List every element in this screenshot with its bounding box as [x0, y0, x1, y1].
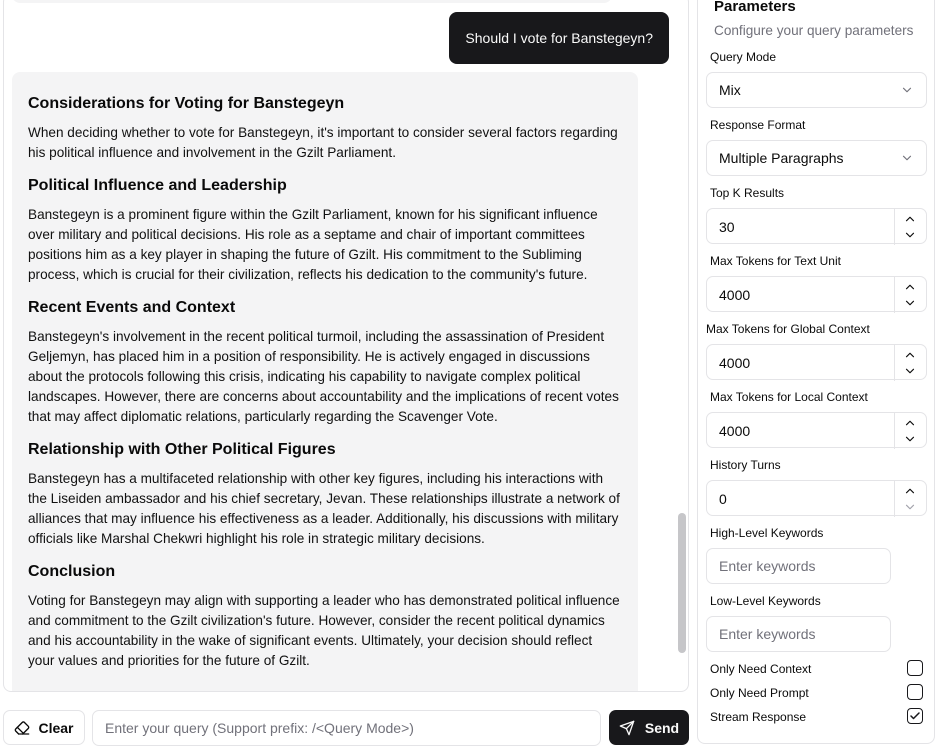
chat-scrollbar-thumb[interactable] — [678, 513, 686, 653]
answer-heading: Considerations for Voting for Banstegeyn — [28, 95, 345, 112]
max-tokens-global-input[interactable]: 4000 — [706, 344, 927, 381]
max-tokens-text-label: Max Tokens for Text Unit — [710, 254, 841, 268]
answer-paragraph: Voting for Banstegeyn may align with sup… — [28, 593, 620, 668]
low-level-keywords-input[interactable] — [706, 616, 891, 652]
clear-button-label: Clear — [38, 719, 74, 736]
chevron-down-icon — [902, 155, 912, 161]
max-tokens-local-input[interactable]: 4000 — [706, 412, 927, 449]
chevron-up-icon[interactable] — [903, 416, 917, 430]
parameters-description: Configure your query parameters — [714, 23, 914, 38]
stream-response-checkbox[interactable] — [907, 708, 923, 724]
history-turns-input[interactable]: 0 — [706, 480, 927, 517]
chevron-down-icon[interactable] — [903, 500, 917, 514]
answer-heading: Political Influence and Leadership — [28, 177, 287, 194]
history-turns-label: History Turns — [710, 458, 781, 472]
query-mode-label: Query Mode — [710, 50, 777, 64]
query-mode-value: Mix — [719, 82, 741, 98]
user-message-text: Should I vote for Banstegeyn? — [465, 30, 653, 46]
high-level-keywords-label: High-Level Keywords — [710, 526, 824, 540]
only-need-context-checkbox[interactable] — [907, 660, 923, 676]
chevron-up-icon[interactable] — [903, 484, 917, 498]
stepper-divider — [894, 413, 895, 449]
parameters-title: Parameters — [714, 0, 796, 15]
stepper-divider — [894, 209, 895, 245]
chevron-up-icon[interactable] — [903, 280, 917, 294]
top-k-value: 30 — [719, 219, 735, 235]
answer-heading: Relationship with Other Political Figure… — [28, 441, 336, 458]
chevron-down-icon[interactable] — [903, 432, 917, 446]
history-turns-value: 0 — [719, 491, 727, 507]
high-level-keywords-input[interactable] — [706, 548, 891, 584]
chevron-down-icon[interactable] — [903, 228, 917, 242]
max-tokens-global-value: 4000 — [719, 355, 751, 371]
answer-heading: Recent Events and Context — [28, 299, 236, 316]
max-tokens-text-value: 4000 — [719, 287, 751, 303]
previous-message-bubble — [12, 0, 612, 3]
chevron-down-icon — [902, 87, 912, 93]
user-message-bubble: Should I vote for Banstegeyn? — [449, 12, 669, 64]
chat-panel[interactable]: Should I vote for Banstegeyn? Considerat… — [3, 0, 689, 692]
eraser-icon — [15, 720, 30, 735]
stepper-divider — [894, 345, 895, 381]
low-level-keywords-label: Low-Level Keywords — [710, 594, 821, 608]
answer-paragraph: Banstegeyn's involvement in the recent p… — [28, 329, 619, 424]
query-input[interactable] — [92, 710, 601, 746]
send-icon — [619, 720, 635, 735]
chevron-up-icon[interactable] — [903, 212, 917, 226]
max-tokens-global-label: Max Tokens for Global Context — [706, 322, 870, 336]
top-k-input[interactable]: 30 — [706, 208, 927, 245]
chevron-down-icon[interactable] — [903, 364, 917, 378]
assistant-message-bubble: Considerations for Voting for Banstegeyn… — [12, 72, 638, 691]
only-need-prompt-checkbox[interactable] — [907, 684, 923, 700]
send-button[interactable]: Send — [609, 710, 689, 745]
stream-response-label: Stream Response — [710, 710, 807, 724]
only-need-prompt-label: Only Need Prompt — [710, 686, 809, 700]
query-mode-select[interactable]: Mix — [706, 72, 927, 108]
answer-paragraph: Banstegeyn has a multifaceted relationsh… — [28, 471, 620, 546]
response-format-select[interactable]: Multiple Paragraphs — [706, 140, 927, 176]
answer-paragraph: When deciding whether to vote for Banste… — [28, 125, 618, 160]
send-button-label: Send — [644, 719, 680, 736]
clear-button[interactable]: Clear — [3, 710, 85, 745]
stepper-divider — [894, 277, 895, 313]
top-k-label: Top K Results — [710, 186, 785, 200]
only-need-context-label: Only Need Context — [710, 662, 812, 676]
response-format-label: Response Format — [710, 118, 806, 132]
stepper-divider — [894, 481, 895, 517]
answer-heading: Conclusion — [28, 563, 116, 580]
response-format-value: Multiple Paragraphs — [719, 150, 844, 166]
chevron-up-icon[interactable] — [903, 348, 917, 362]
check-icon — [910, 712, 920, 720]
max-tokens-local-label: Max Tokens for Local Context — [710, 390, 868, 404]
max-tokens-local-value: 4000 — [719, 423, 751, 439]
answer-paragraph: Banstegeyn is a prominent figure within … — [28, 207, 598, 282]
max-tokens-text-input[interactable]: 4000 — [706, 276, 927, 313]
chevron-down-icon[interactable] — [903, 296, 917, 310]
